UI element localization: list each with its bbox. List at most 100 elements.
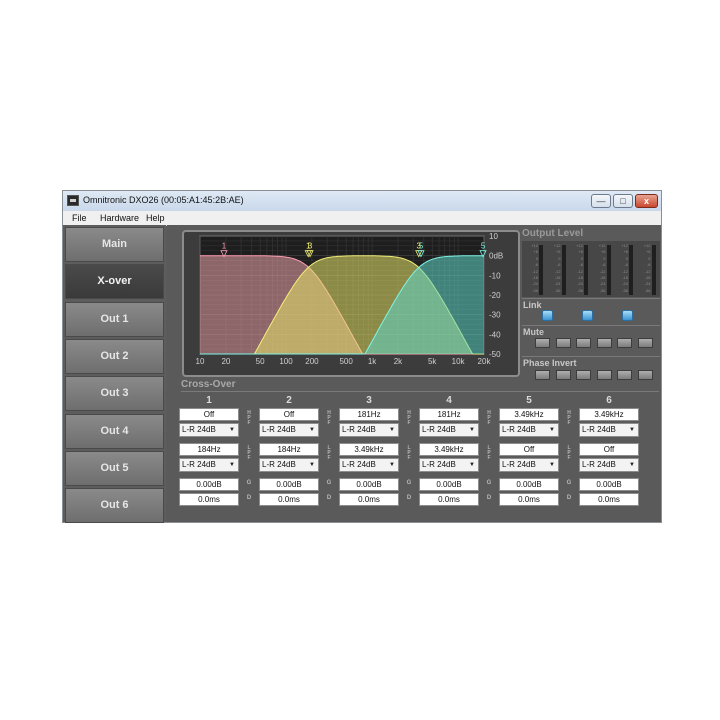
y-tick-label: -40 bbox=[489, 330, 501, 339]
phase-invert-2-button[interactable] bbox=[555, 370, 571, 380]
hpf-type-select[interactable]: L-R 24dB ▼ bbox=[179, 423, 239, 437]
lpf-type-select[interactable]: L-R 24dB ▼ bbox=[179, 458, 239, 472]
lpf-type-select[interactable]: L-R 24dB ▼ bbox=[259, 458, 319, 472]
phase-invert-4-button[interactable] bbox=[596, 370, 612, 380]
gain-field[interactable]: 0.00dB bbox=[339, 478, 399, 491]
hpf-type-select[interactable]: L-R 24dB ▼ bbox=[259, 423, 319, 437]
meter-scale-tick: -36 bbox=[622, 287, 628, 293]
sidebar-item-out-2[interactable]: Out 2 bbox=[65, 338, 164, 374]
divider bbox=[522, 325, 660, 326]
link-5-6-button[interactable] bbox=[622, 310, 633, 321]
phase-invert-6-button[interactable] bbox=[637, 370, 653, 380]
lpf-frequency-field[interactable]: 3.49kHz bbox=[419, 443, 479, 456]
delay-field[interactable]: 0.0ms bbox=[579, 493, 639, 506]
lpf-type-select[interactable]: L-R 24dB ▼ bbox=[499, 458, 559, 472]
gain-field[interactable]: 0.00dB bbox=[259, 478, 319, 491]
mute-2-button[interactable] bbox=[555, 338, 571, 348]
select-value: L-R 24dB bbox=[262, 425, 296, 434]
lpf-label-letter: F bbox=[487, 455, 491, 461]
hpf-type-select[interactable]: L-R 24dB ▼ bbox=[579, 423, 639, 437]
meter-scale-tick: -36 bbox=[554, 287, 561, 293]
hpf-frequency-field[interactable]: 3.49kHz bbox=[579, 408, 639, 421]
gain-field[interactable]: 0.00dB bbox=[419, 478, 479, 491]
x-tick-label: 2k bbox=[394, 357, 403, 366]
meter-scale: +12 +6 0 -6 -12 -18 -24 -36 bbox=[615, 243, 628, 294]
frequency-response-plot[interactable]: 1 13 35 510 20 50 100 200 500 1k 2k 5k 10k 20k100dB-1… bbox=[184, 232, 518, 375]
sidebar-item-out-5[interactable]: Out 5 bbox=[65, 450, 164, 486]
lpf-frequency-field[interactable]: Off bbox=[579, 443, 639, 456]
menu-file[interactable]: File bbox=[72, 213, 87, 223]
sidebar-item-out-3[interactable]: Out 3 bbox=[65, 376, 164, 412]
select-value: L-R 24dB bbox=[342, 425, 376, 434]
gain-field[interactable]: 0.00dB bbox=[179, 478, 239, 491]
lpf-type-select[interactable]: L-R 24dB ▼ bbox=[419, 458, 479, 472]
gain-label: G bbox=[246, 480, 252, 486]
hpf-frequency-field[interactable]: 181Hz bbox=[419, 408, 479, 421]
channel-number: 3 bbox=[366, 395, 372, 406]
mute-4-button[interactable] bbox=[596, 338, 612, 348]
lpf-type-select[interactable]: L-R 24dB ▼ bbox=[579, 458, 639, 472]
close-button[interactable]: x bbox=[635, 194, 658, 208]
title-bar[interactable]: Omnitronic DXO26 (00:05:A1:45:2B:AE) — □… bbox=[63, 191, 661, 211]
gain-label: G bbox=[486, 480, 492, 486]
delay-field[interactable]: 0.0ms bbox=[419, 493, 479, 506]
gain-field[interactable]: 0.00dB bbox=[499, 478, 559, 491]
lpf-label: LPF bbox=[565, 446, 573, 461]
link-3-4-button[interactable] bbox=[582, 310, 593, 321]
output-meter-1: +12 +6 0 -6 -12 -18 -24 -36 bbox=[525, 243, 545, 295]
delay-label: D bbox=[566, 495, 572, 501]
link-1-2-button[interactable] bbox=[542, 310, 553, 321]
meter-scale-tick: -36 bbox=[599, 287, 606, 293]
delay-label: D bbox=[406, 495, 412, 501]
lpf-frequency-field[interactable]: 184Hz bbox=[179, 443, 239, 456]
sidebar-item-main[interactable]: Main bbox=[65, 227, 164, 262]
lpf-type-select[interactable]: L-R 24dB ▼ bbox=[339, 458, 399, 472]
mute-label: Mute bbox=[523, 327, 544, 337]
gain-label: G bbox=[406, 480, 412, 486]
hpf-frequency-field[interactable]: Off bbox=[259, 408, 319, 421]
delay-field[interactable]: 0.0ms bbox=[259, 493, 319, 506]
delay-field[interactable]: 0.0ms bbox=[499, 493, 559, 506]
hpf-label: HPF bbox=[485, 411, 493, 426]
hpf-type-select[interactable]: L-R 24dB ▼ bbox=[499, 423, 559, 437]
chevron-down-icon: ▼ bbox=[229, 462, 235, 468]
maximize-button[interactable]: □ bbox=[613, 194, 633, 208]
hpf-frequency-field[interactable]: 3.49kHz bbox=[499, 408, 559, 421]
delay-field[interactable]: 0.0ms bbox=[179, 493, 239, 506]
delay-label: D bbox=[486, 495, 492, 501]
phase-invert-1-button[interactable] bbox=[535, 370, 550, 380]
lpf-frequency-field[interactable]: 3.49kHz bbox=[339, 443, 399, 456]
mute-5-button[interactable] bbox=[617, 338, 632, 348]
sidebar-item-out-4[interactable]: Out 4 bbox=[65, 413, 164, 449]
lpf-frequency-field[interactable]: Off bbox=[499, 443, 559, 456]
menu-hardware[interactable]: Hardware bbox=[100, 213, 139, 223]
phase-invert-3-button[interactable] bbox=[576, 370, 591, 380]
hpf-frequency-field[interactable]: 181Hz bbox=[339, 408, 399, 421]
lpf-label-letter: F bbox=[247, 455, 251, 461]
mute-6-button[interactable] bbox=[637, 338, 653, 348]
y-tick-label: -10 bbox=[489, 271, 501, 280]
gain-field[interactable]: 0.00dB bbox=[579, 478, 639, 491]
x-tick-label: 1k bbox=[368, 357, 377, 366]
mute-1-button[interactable] bbox=[535, 338, 550, 348]
menu-help[interactable]: Help bbox=[146, 213, 165, 223]
hpf-type-select[interactable]: L-R 24dB ▼ bbox=[419, 423, 479, 437]
meter-scale: +12 +6 0 -6 -12 -18 -24 -36 bbox=[570, 243, 583, 294]
hpf-frequency-field[interactable]: Off bbox=[179, 408, 239, 421]
divider bbox=[522, 356, 660, 357]
hpf-type-select[interactable]: L-R 24dB ▼ bbox=[339, 423, 399, 437]
mute-3-button[interactable] bbox=[576, 338, 591, 348]
lpf-frequency-field[interactable]: 184Hz bbox=[259, 443, 319, 456]
app-window: Omnitronic DXO26 (00:05:A1:45:2B:AE) — □… bbox=[62, 190, 662, 524]
meter-scale: +12 +6 0 -6 -12 -18 -24 -36 bbox=[638, 243, 651, 294]
chevron-down-icon: ▼ bbox=[389, 462, 395, 468]
delay-field[interactable]: 0.0ms bbox=[339, 493, 399, 506]
minimize-button[interactable]: — bbox=[591, 194, 611, 208]
sidebar-item-x-over[interactable]: X-over bbox=[65, 264, 164, 300]
sidebar-item-out-6[interactable]: Out 6 bbox=[65, 488, 164, 524]
chevron-down-icon: ▼ bbox=[629, 427, 635, 433]
frequency-response-graph[interactable]: 1 1 3 3 5 5 10 20 50 100 200 500 1k 2k 5k 10k 20k 10 0dB -1… bbox=[182, 230, 520, 377]
link-label: Link bbox=[523, 300, 542, 310]
sidebar-item-out-1[interactable]: Out 1 bbox=[65, 301, 164, 337]
phase-invert-5-button[interactable] bbox=[617, 370, 632, 380]
